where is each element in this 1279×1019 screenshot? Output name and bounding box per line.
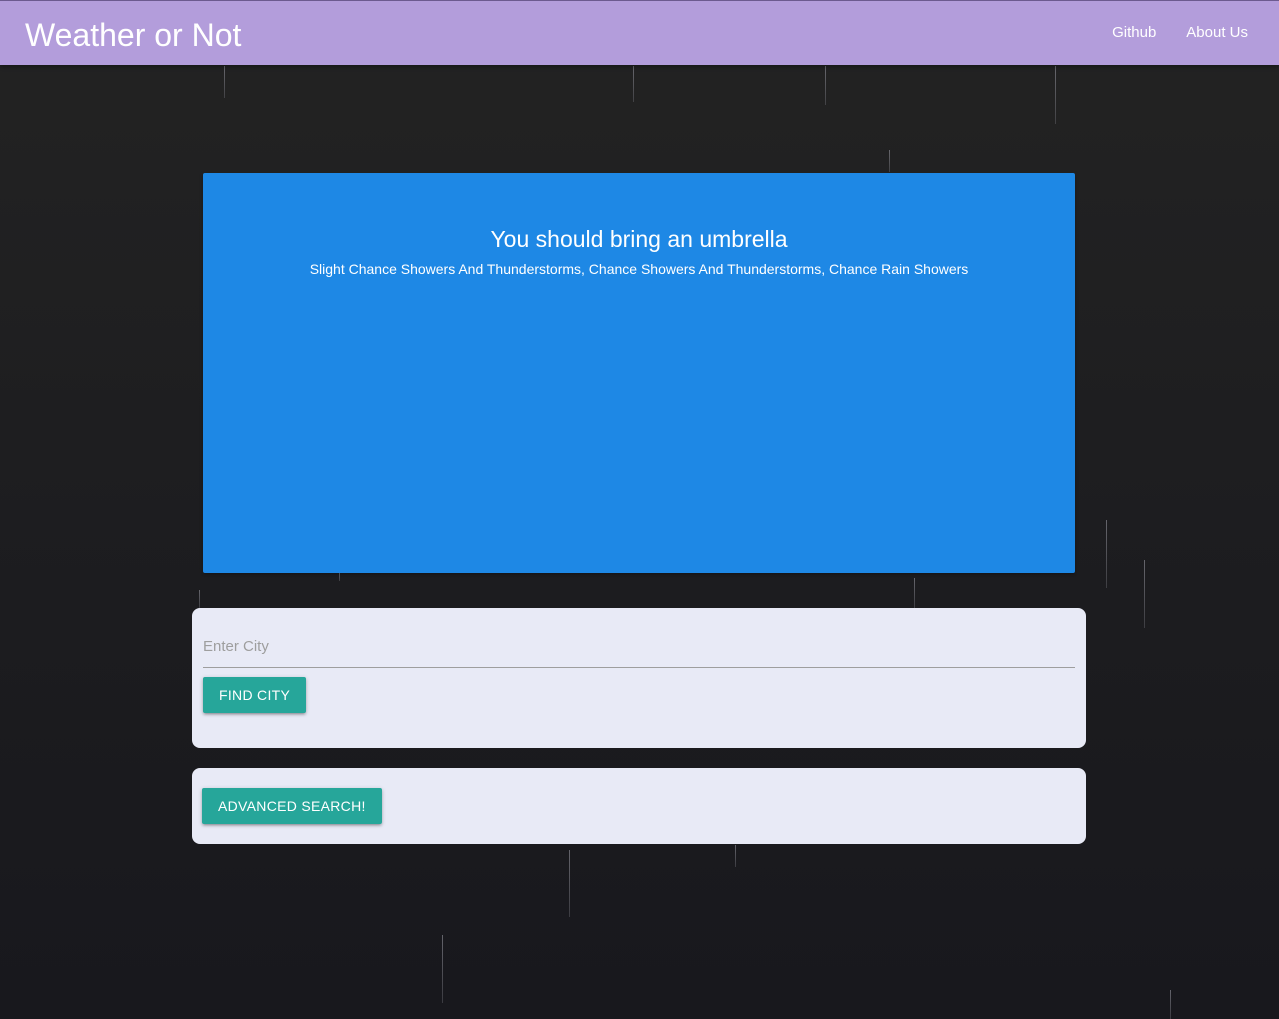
- rain-streak: [442, 935, 443, 1003]
- rain-streak: [889, 150, 890, 172]
- weather-forecast: Slight Chance Showers And Thunderstorms,…: [309, 261, 969, 277]
- brand-logo[interactable]: Weather or Not: [25, 15, 241, 55]
- weather-result-card: You should bring an umbrella Slight Chan…: [203, 173, 1075, 573]
- rain-streak: [339, 573, 340, 581]
- top-navbar: Weather or Not Github About Us: [0, 0, 1279, 65]
- rain-streak: [569, 850, 570, 917]
- nav-link-about-us[interactable]: About Us: [1171, 1, 1263, 65]
- rain-streak: [199, 590, 200, 608]
- rain-streak: [914, 578, 915, 608]
- rain-streak: [1055, 66, 1056, 124]
- nav-link-github[interactable]: Github: [1097, 1, 1171, 65]
- rain-streak: [825, 66, 826, 105]
- rain-streak: [735, 845, 736, 867]
- rain-streak: [224, 66, 225, 98]
- nav-links: Github About Us: [1097, 1, 1263, 65]
- city-search-panel: Find City: [192, 608, 1086, 748]
- weather-headline: You should bring an umbrella: [490, 226, 788, 252]
- rain-streak: [1144, 560, 1145, 628]
- rain-streak: [1170, 990, 1171, 1019]
- advanced-search-button[interactable]: Advanced Search!: [202, 788, 382, 824]
- find-city-button[interactable]: Find City: [203, 677, 307, 713]
- rain-streak: [1106, 520, 1107, 588]
- advanced-search-panel: Advanced Search!: [192, 768, 1086, 844]
- city-input[interactable]: [203, 626, 1075, 668]
- rain-streak: [633, 66, 634, 102]
